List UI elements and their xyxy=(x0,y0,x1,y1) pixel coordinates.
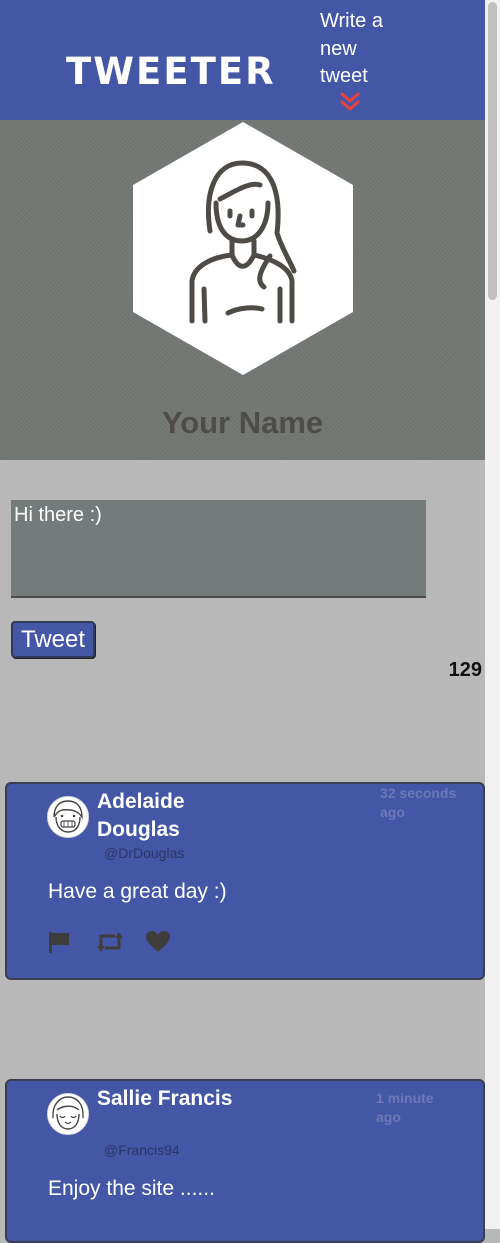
profile-header: Your Name xyxy=(0,120,485,460)
tweet-text: Enjoy the site ...... xyxy=(48,1177,215,1200)
brand-logo: TWEETER xyxy=(66,50,276,93)
tweet-author-handle: @Francis94 xyxy=(104,1142,180,1158)
heart-icon[interactable] xyxy=(145,930,171,954)
tweet-author-name: Adelaide Douglas xyxy=(97,790,185,841)
avatar xyxy=(47,1093,89,1135)
retweet-icon[interactable] xyxy=(95,930,125,954)
page-scrollbar[interactable] xyxy=(485,0,500,1229)
tweet-author-name: Sallie Francis xyxy=(97,1087,233,1110)
profile-avatar xyxy=(133,122,353,375)
character-counter: 129 xyxy=(448,659,482,681)
tweet-button[interactable]: Tweet xyxy=(11,621,95,658)
write-new-tweet-link[interactable]: Write a new tweet xyxy=(320,8,410,91)
avatar xyxy=(47,796,89,838)
tweet-timestamp: 32 seconds ago xyxy=(380,785,457,820)
avatar-face-icon xyxy=(49,1095,87,1133)
tweet-card: Sallie Francis @Francis94 1 minute ago E… xyxy=(5,1079,485,1243)
tweet-text: Have a great day :) xyxy=(48,880,227,903)
top-nav: TWEETER Write a new tweet xyxy=(0,0,485,120)
tweet-timestamp: 1 minute ago xyxy=(376,1090,434,1125)
tweet-input[interactable] xyxy=(11,500,426,598)
profile-name: Your Name xyxy=(161,405,324,440)
double-chevron-down-icon[interactable] xyxy=(338,91,362,113)
avatar-face-icon xyxy=(49,798,87,836)
scrollbar-thumb[interactable] xyxy=(488,2,497,300)
tweet-card: Adelaide Douglas @DrDouglas 32 seconds a… xyxy=(5,782,485,980)
tweet-author-handle: @DrDouglas xyxy=(104,845,185,861)
flag-icon[interactable] xyxy=(47,930,71,954)
